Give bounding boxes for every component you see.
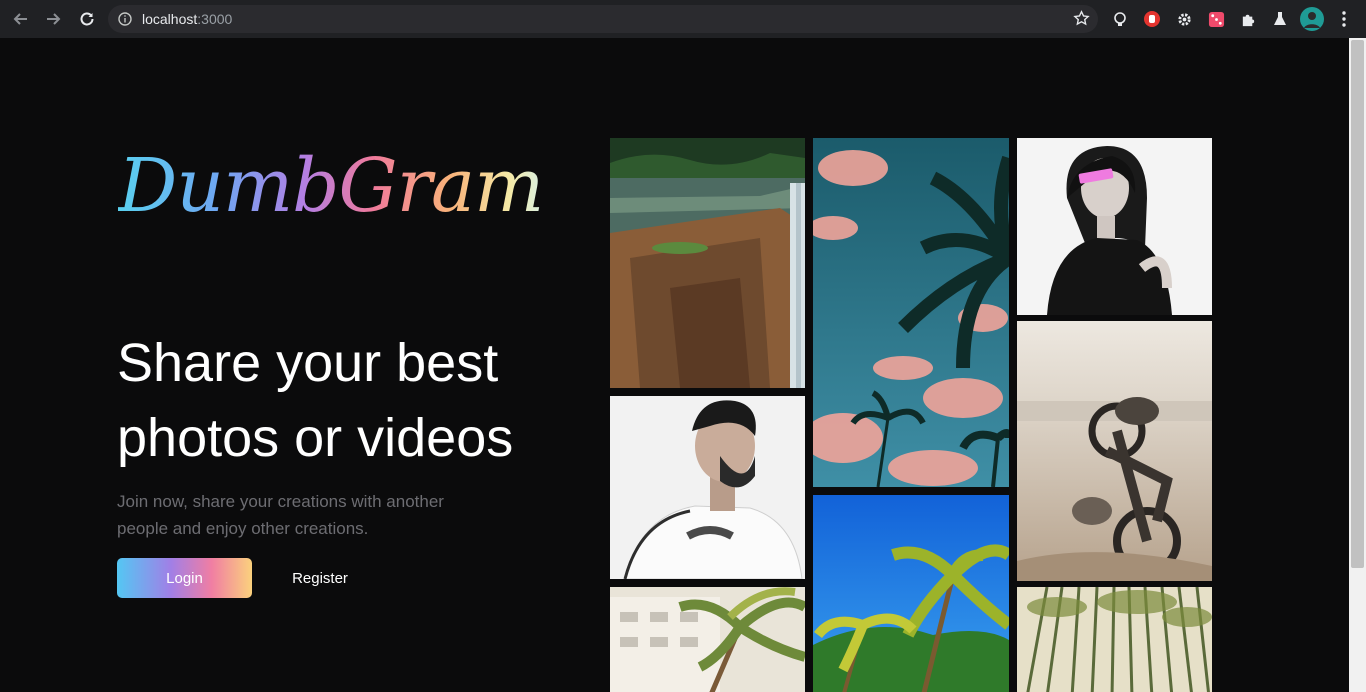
reload-icon[interactable] [75, 7, 99, 31]
register-button[interactable]: Register [275, 558, 365, 598]
dice-extension-icon[interactable] [1206, 9, 1226, 29]
palm-trees-pink-clouds-photo[interactable] [813, 138, 1009, 487]
motorcycle-sand-photo[interactable] [1017, 321, 1212, 581]
flask-labs-icon[interactable] [1270, 9, 1290, 29]
browser-menu-icon[interactable] [1334, 9, 1354, 29]
bamboo-forest-photo[interactable] [1017, 587, 1212, 692]
lightbulb-extension-icon[interactable] [1110, 9, 1130, 29]
url-text[interactable]: localhost:3000 [142, 11, 232, 27]
adblock-extension-icon[interactable] [1142, 9, 1162, 29]
landing-page: DumbGram Share your best photos or video… [0, 38, 1349, 692]
profile-avatar-icon[interactable] [1300, 7, 1324, 31]
hero-headline: Share your best photos or videos [117, 333, 514, 468]
back-arrow-icon[interactable] [9, 7, 33, 31]
waterfall-cliff-photo[interactable] [610, 138, 805, 388]
address-bar[interactable]: localhost:3000 [108, 5, 1098, 33]
page-scrollbar[interactable] [1349, 38, 1366, 692]
dumbgram-logo: DumbGram [118, 143, 544, 229]
hero-subtitle: Join now, share your creations with anot… [117, 492, 444, 538]
scrollbar-thumb[interactable] [1351, 40, 1364, 568]
browser-toolbar: localhost:3000 [0, 0, 1366, 39]
puzzle-extensions-icon[interactable] [1238, 9, 1258, 29]
bearded-man-portrait-photo[interactable] [610, 396, 805, 579]
palm-tree-building-photo[interactable] [610, 587, 805, 692]
forward-arrow-icon[interactable] [41, 7, 65, 31]
palm-trees-blue-sky-photo[interactable] [813, 495, 1009, 692]
gear-extension-icon[interactable] [1174, 9, 1194, 29]
login-button[interactable]: Login [117, 558, 252, 598]
bookmark-star-icon[interactable] [1073, 10, 1090, 31]
woman-portrait-photo[interactable] [1017, 138, 1212, 315]
site-info-icon[interactable] [118, 11, 132, 30]
